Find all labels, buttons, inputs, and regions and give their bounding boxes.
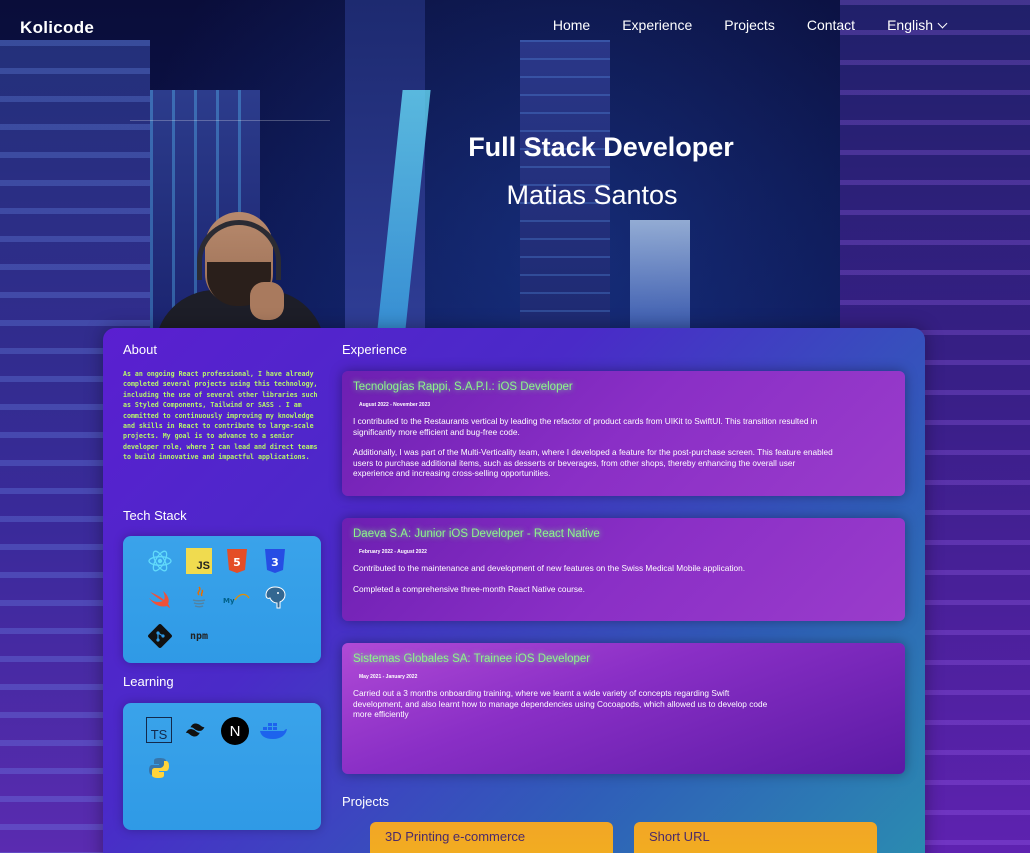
building-bright — [630, 220, 690, 330]
project-title: 3D Printing e-commerce — [385, 829, 526, 844]
nav-experience-link[interactable]: Experience — [622, 17, 692, 33]
python-icon — [146, 755, 172, 781]
about-section: About As an ongoing React professional, … — [123, 342, 323, 463]
nav-menu: Home Experience Projects Contact English — [553, 17, 948, 33]
about-text: As an ongoing React professional, I have… — [123, 370, 318, 462]
job-title: Sistemas Globales SA: Trainee iOS Develo… — [353, 653, 591, 665]
npm-icon: npm — [189, 630, 209, 642]
project-card-short-url[interactable]: Short URL — [634, 822, 877, 853]
avatar — [135, 212, 330, 330]
projects-heading: Projects — [342, 794, 389, 809]
tech-stack-panel: JS 5 3 My npm — [123, 536, 321, 663]
chevron-down-icon — [937, 18, 948, 28]
job-description: Completed a comprehensive three-month Re… — [353, 583, 585, 594]
svg-text:3: 3 — [271, 556, 279, 569]
tailwind-icon — [184, 717, 210, 743]
experience-heading: Experience — [342, 342, 408, 357]
decorative-line — [130, 120, 330, 121]
css3-icon: 3 — [262, 548, 288, 574]
hero-title: Full Stack Developer — [468, 132, 734, 162]
job-description: Contributed to the maintenance and devel… — [353, 563, 746, 573]
nav-contact-link[interactable]: Contact — [807, 17, 855, 33]
project-card-3d-printing[interactable]: 3D Printing e-commerce — [370, 822, 613, 853]
project-title: Short URL — [649, 829, 710, 844]
profile-card: About As an ongoing React professional, … — [103, 328, 925, 853]
job-description: Additionally, I was part of the Multi-Ve… — [353, 447, 833, 478]
job-date: February 2022 - August 2022 — [359, 549, 427, 555]
nextjs-icon: N — [221, 717, 249, 745]
html5-icon: 5 — [224, 548, 250, 574]
nav-projects-link[interactable]: Projects — [724, 17, 775, 33]
hero-name: Matias Santos — [506, 180, 678, 210]
svg-text:My: My — [223, 597, 235, 605]
job-card-daeva: Daeva S.A: Junior iOS Developer - React … — [342, 518, 905, 621]
javascript-icon: JS — [186, 548, 212, 574]
job-description: I contributed to the Restaurants vertica… — [353, 416, 818, 437]
react-icon — [147, 548, 173, 574]
job-date: August 2022 - November 2023 — [359, 402, 431, 408]
language-label: English — [887, 17, 933, 33]
nav-home-link[interactable]: Home — [553, 17, 590, 33]
typescript-icon: TS — [146, 717, 172, 743]
site-logo[interactable]: Kolicode — [20, 18, 94, 38]
tech-stack-heading: Tech Stack — [123, 508, 187, 523]
language-selector[interactable]: English — [887, 17, 948, 33]
top-nav: Kolicode Home Experience Projects Contac… — [0, 0, 1030, 52]
postgresql-icon — [262, 585, 288, 611]
job-title: Daeva S.A: Junior iOS Developer - React … — [353, 528, 600, 540]
mysql-icon: My — [222, 585, 252, 611]
job-date: May 2021 - January 2022 — [359, 674, 418, 680]
learning-heading: Learning — [123, 674, 174, 689]
about-heading: About — [123, 342, 157, 357]
java-icon — [186, 585, 212, 611]
job-description: Carried out a 3 months onboarding traini… — [353, 688, 768, 719]
job-title: Tecnologías Rappi, S.A.P.I.: iOS Develop… — [353, 381, 573, 393]
job-card-sistemas-globales: Sistemas Globales SA: Trainee iOS Develo… — [342, 643, 905, 774]
docker-icon — [258, 717, 288, 743]
git-icon — [147, 623, 173, 649]
learning-panel: TS N — [123, 703, 321, 830]
job-card-rappi: Tecnologías Rappi, S.A.P.I.: iOS Develop… — [342, 371, 905, 496]
svg-text:5: 5 — [233, 556, 241, 569]
swift-icon — [147, 585, 173, 611]
